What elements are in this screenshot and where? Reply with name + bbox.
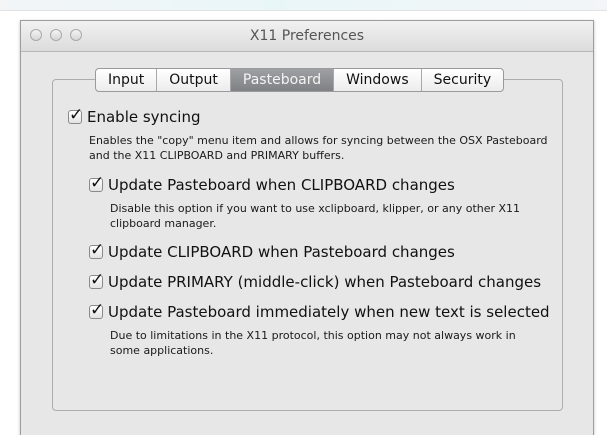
checkmark-icon: ✓	[90, 240, 105, 260]
preferences-tab-bar: Input Output Pasteboard Windows Security	[95, 68, 505, 92]
page-header-strip	[0, 0, 607, 11]
update-pasteboard-on-clipboard-description: Disable this option if you want to use x…	[110, 202, 521, 230]
checkmark-icon: ✓	[69, 105, 84, 125]
tab-pasteboard[interactable]: Pasteboard	[230, 69, 335, 91]
enable-syncing-checkbox[interactable]: ✓ Enable syncing	[68, 105, 201, 126]
checkbox-box: ✓	[89, 173, 104, 193]
update-primary-on-pasteboard-label: Update PRIMARY (middle-click) when Paste…	[108, 273, 542, 291]
window-titlebar[interactable]: X11 Preferences	[21, 21, 593, 52]
checkmark-icon: ✓	[90, 300, 105, 320]
update-pasteboard-immediately-label: Update Pasteboard immediately when new t…	[108, 303, 550, 321]
tab-input[interactable]: Input	[96, 69, 158, 91]
checkmark-icon: ✓	[90, 173, 105, 193]
update-clipboard-on-pasteboard-label: Update CLIPBOARD when Pasteboard changes	[108, 243, 455, 261]
checkbox-box: ✓	[89, 270, 104, 290]
update-clipboard-on-pasteboard-checkbox[interactable]: ✓ Update CLIPBOARD when Pasteboard chang…	[89, 240, 455, 261]
tab-security[interactable]: Security	[422, 69, 503, 91]
window-title: X11 Preferences	[249, 28, 365, 44]
checkbox-box: ✓	[89, 300, 104, 320]
enable-syncing-label: Enable syncing	[87, 108, 201, 126]
update-pasteboard-immediately-description: Due to limitations in the X11 protocol, …	[110, 329, 516, 357]
tab-output[interactable]: Output	[157, 69, 231, 91]
enable-syncing-description: Enables the "copy" menu item and allows …	[89, 134, 548, 162]
tab-windows[interactable]: Windows	[334, 69, 422, 91]
update-pasteboard-immediately-checkbox[interactable]: ✓ Update Pasteboard immediately when new…	[89, 300, 550, 321]
checkbox-box: ✓	[89, 240, 104, 260]
update-primary-on-pasteboard-checkbox[interactable]: ✓ Update PRIMARY (middle-click) when Pas…	[89, 270, 542, 291]
pasteboard-panel: ✓ Enable syncing Enables the "copy" menu…	[52, 79, 563, 411]
update-pasteboard-on-clipboard-checkbox[interactable]: ✓ Update Pasteboard when CLIPBOARD chang…	[89, 173, 455, 194]
preferences-window: X11 Preferences ✓ Enable syncing Enables…	[20, 20, 594, 435]
checkbox-box: ✓	[68, 105, 83, 125]
update-pasteboard-on-clipboard-label: Update Pasteboard when CLIPBOARD changes	[108, 176, 455, 194]
checkmark-icon: ✓	[90, 270, 105, 290]
